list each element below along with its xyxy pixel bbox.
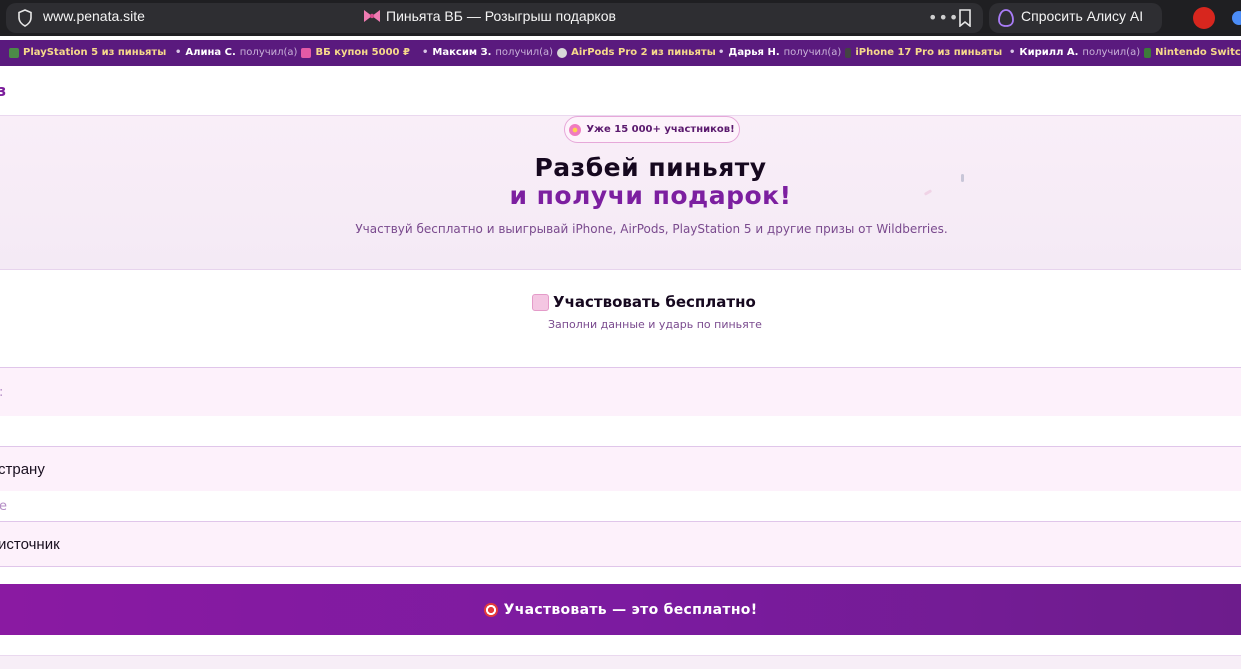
- winners-ticker: PlayStation 5 из пиньяты • Алина С. полу…: [0, 40, 1241, 66]
- ticker-name: Максим З.: [432, 47, 492, 58]
- phone-icon: [845, 47, 852, 58]
- ticker-verb: получил(а): [239, 47, 298, 58]
- bullet-icon: •: [718, 47, 725, 58]
- ticker-name: Алина С.: [185, 47, 236, 58]
- badge-text: Уже 15 000+ участников!: [586, 124, 735, 135]
- bullet-icon: •: [175, 47, 182, 58]
- shield-icon[interactable]: [17, 9, 33, 27]
- bullet-icon: •: [1009, 47, 1016, 58]
- hero-title: Разбей пиньяту: [534, 153, 767, 182]
- alice-label[interactable]: Спросить Алису AI: [1021, 8, 1143, 24]
- participate-button-label: Участвовать — это бесплатно!: [503, 601, 758, 618]
- participants-badge: Уже 15 000+ участников!: [564, 116, 740, 143]
- ticker-item: • Алина С. получил(а) ВБ купон 5000 ₽: [175, 47, 410, 58]
- shopping-bag-icon: [301, 47, 312, 58]
- gamepad-icon: [9, 47, 19, 58]
- ticker-prize: AirPods Pro 2 из пиньяты: [571, 47, 716, 58]
- form-title-text: Участвовать бесплатно: [553, 293, 756, 311]
- ticker-prize: iPhone 17 Pro из пиньяты: [855, 47, 1003, 58]
- participate-button[interactable]: Участвовать — это бесплатно!: [0, 584, 1241, 635]
- field-label: е: [0, 499, 7, 514]
- extension-icon[interactable]: [1232, 11, 1241, 25]
- browser-toolbar: www.penata.site Пиньята ВБ — Розыгрыш по…: [0, 0, 1241, 36]
- country-select-value: страну: [0, 461, 45, 478]
- ticker-verb: получил(а): [1082, 47, 1141, 58]
- alice-icon[interactable]: [996, 8, 1016, 28]
- ticker-item: • Дарья Н. получил(а) iPhone 17 Pro из п…: [718, 47, 1002, 58]
- ticker-prize: Nintendo Switch из: [1155, 47, 1241, 58]
- more-dots-icon[interactable]: •••: [928, 8, 959, 27]
- gift-icon: [532, 293, 549, 311]
- hero-title-accent: и получи подарок!: [509, 181, 792, 210]
- field-label-row: [0, 416, 1241, 447]
- name-field[interactable]: :: [0, 367, 1241, 417]
- footer-strip: [0, 655, 1241, 669]
- bullet-icon: •: [422, 47, 429, 58]
- confetti-decoration: [961, 174, 964, 182]
- ticker-prize: ВБ купон 5000 ₽: [315, 47, 410, 58]
- hero-subtitle: Участвуй бесплатно и выигрывай iPhone, A…: [355, 222, 948, 236]
- country-select[interactable]: страну: [0, 446, 1241, 492]
- bow-icon: [364, 10, 380, 22]
- source-select-value: источник: [0, 536, 60, 553]
- flower-icon: [569, 123, 582, 136]
- form-title: Участвовать бесплатно: [532, 293, 756, 311]
- hand-stop-icon[interactable]: [1193, 7, 1215, 29]
- source-select[interactable]: источник: [0, 521, 1241, 567]
- url-text[interactable]: www.penata.site: [43, 8, 145, 24]
- ticker-name: Дарья Н.: [728, 47, 780, 58]
- joystick-icon: [1144, 47, 1152, 58]
- ticker-item: PlayStation 5 из пиньяты: [9, 47, 166, 58]
- ticker-verb: получил(а): [495, 47, 554, 58]
- ticker-verb: получил(а): [783, 47, 842, 58]
- ticker-prize: PlayStation 5 из пиньяты: [23, 47, 167, 58]
- field-placeholder: :: [0, 385, 3, 400]
- tab-title: Пиньята ВБ — Розыгрыш подарков: [362, 8, 616, 24]
- ticker-item: • Кирилл А. получил(а) Nintendo Switch и…: [1009, 47, 1241, 58]
- form-subtitle: Заполни данные и ударь по пиньяте: [548, 318, 762, 331]
- target-icon: [483, 602, 498, 617]
- tab-title-text: Пиньята ВБ — Розыгрыш подарков: [386, 8, 616, 24]
- ticker-name: Кирилл А.: [1019, 47, 1079, 58]
- site-header: з: [0, 66, 1241, 116]
- site-logo[interactable]: з: [0, 81, 6, 100]
- field-label-row: е: [0, 491, 1241, 522]
- ticker-item: • Максим З. получил(а) AirPods Pro 2 из …: [422, 47, 716, 58]
- headphones-icon: [557, 47, 568, 58]
- bookmark-icon[interactable]: [958, 9, 972, 27]
